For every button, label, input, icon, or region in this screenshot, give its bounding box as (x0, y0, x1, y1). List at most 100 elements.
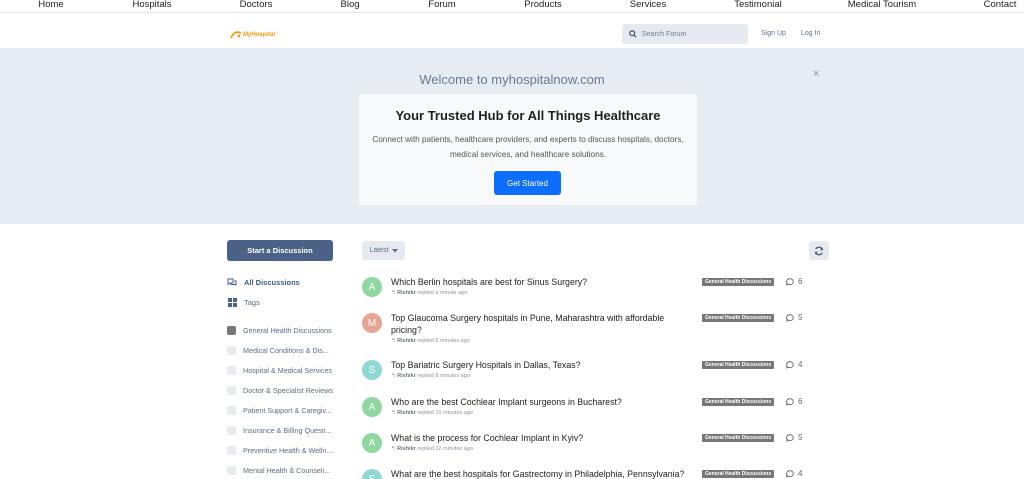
sidebar-tag-general-health[interactable]: General Health Discussions (227, 326, 332, 335)
reply-count: 4 (786, 469, 802, 478)
sidebar-tag-label: Insurance & Billing Questi... (243, 426, 332, 435)
sidebar-tag-label: Preventive Health & Welln... (243, 446, 333, 455)
sidebar-tag-mental-health[interactable]: Mental Health & Counseli... (227, 466, 330, 475)
discussion-meta: ↰ Rishikr replied a minute ago (391, 290, 467, 296)
tag-color-swatch (227, 426, 236, 435)
tag-color-swatch (227, 466, 236, 475)
comment-icon (786, 313, 794, 322)
discussion-tag[interactable]: General Health Discussions (702, 398, 775, 406)
discussion-tag[interactable]: General Health Discussions (702, 470, 775, 478)
hero-card: Your Trusted Hub for All Things Healthca… (359, 94, 697, 205)
discussion-title[interactable]: What are the best hospitals for Gastrect… (391, 469, 711, 479)
discussion-row[interactable]: A Who are the best Cochlear Implant surg… (362, 397, 830, 421)
discussion-user[interactable]: Rishikr (397, 373, 416, 379)
close-icon[interactable]: × (813, 68, 819, 80)
search-icon (629, 30, 637, 38)
discussions-icon (227, 277, 237, 287)
sort-dropdown[interactable]: Latest (362, 241, 405, 260)
avatar[interactable]: M (362, 313, 382, 333)
avatar[interactable]: A (362, 397, 382, 417)
reply-count: 4 (786, 360, 802, 369)
discussion-tag[interactable]: General Health Discussions (702, 361, 775, 369)
sidebar-tag-label: General Health Discussions (243, 326, 332, 335)
discussion-tag[interactable]: General Health Discussions (702, 314, 775, 322)
reply-icon: ↰ (391, 373, 396, 379)
start-discussion-button[interactable]: Start a Discussion (227, 240, 333, 261)
discussion-meta: ↰ Rishikr replied 8 minutes ago (391, 373, 470, 379)
reply-icon: ↰ (391, 446, 396, 452)
reply-count-value: 6 (798, 397, 803, 406)
discussion-meta: ↰ Rishikr replied 5 minutes ago (391, 338, 470, 344)
sidebar-tag-label: Mental Health & Counseli... (243, 466, 331, 475)
discussion-title[interactable]: What is the process for Cochlear Implant… (391, 433, 691, 445)
nav-medical-tourism[interactable]: Medical Tourism (848, 0, 916, 10)
reply-icon: ↰ (391, 338, 396, 344)
discussion-tag[interactable]: General Health Discussions (702, 434, 775, 442)
log-in-link[interactable]: Log In (801, 30, 820, 37)
logo-icon (230, 31, 242, 39)
avatar[interactable]: S (362, 469, 382, 479)
discussion-title[interactable]: Which Berlin hospitals are best for Sinu… (391, 277, 691, 289)
search-placeholder: Search Forum (642, 30, 687, 38)
sidebar-tag-label: Medical Conditions & Dis... (243, 346, 329, 355)
discussion-row[interactable]: S Top Bariatric Surgery Hospitals in Dal… (362, 360, 830, 384)
reply-count: 6 (786, 397, 802, 406)
sidebar-tag-preventive-health[interactable]: Preventive Health & Welln... (227, 446, 332, 455)
sidebar-tag-patient-support[interactable]: Patient Support & Caregiv... (227, 406, 332, 415)
nav-tags[interactable]: Tags (227, 297, 260, 307)
nav-home[interactable]: Home (38, 0, 63, 10)
discussion-user[interactable]: Rishikr (397, 290, 416, 296)
avatar[interactable]: A (362, 277, 382, 297)
caret-down-icon (391, 248, 398, 252)
tag-color-swatch (227, 366, 236, 375)
discussion-title[interactable]: Top Glaucoma Surgery hospitals in Pune, … (391, 313, 691, 336)
sidebar-tag-medical-conditions[interactable]: Medical Conditions & Dis... (227, 346, 329, 355)
discussion-title[interactable]: Who are the best Cochlear Implant surgeo… (391, 397, 691, 409)
discussion-time: replied 12 minutes ago (417, 446, 473, 452)
nav-all-discussions[interactable]: All Discussions (227, 277, 300, 287)
discussion-tag[interactable]: General Health Discussions (702, 278, 775, 286)
nav-blog[interactable]: Blog (340, 0, 359, 10)
nav-contact[interactable]: Contact (984, 0, 1017, 10)
sidebar-tag-hospital-services[interactable]: Hospital & Medical Services (227, 366, 332, 375)
nav-forum[interactable]: Forum (428, 0, 455, 10)
logo-text: MyHospital (243, 32, 276, 38)
top-nav: Home Hospitals Doctors Blog Forum Produc… (0, 0, 1024, 13)
discussion-row[interactable]: S What are the best hospitals for Gastre… (362, 469, 830, 479)
welcome-hero: Welcome to myhospitalnow.com × Your Trus… (0, 49, 1024, 224)
reply-count: 5 (786, 433, 802, 442)
tag-color-swatch (227, 346, 236, 355)
tags-label: Tags (244, 297, 260, 307)
reply-count-value: 5 (798, 313, 803, 322)
reply-count-value: 6 (798, 277, 803, 286)
discussion-row[interactable]: A What is the process for Cochlear Impla… (362, 433, 830, 457)
reply-count: 5 (786, 313, 802, 322)
avatar[interactable]: S (362, 360, 382, 380)
discussion-meta: ↰ Rishikr replied 12 minutes ago (391, 446, 473, 452)
avatar[interactable]: A (362, 433, 382, 453)
search-input[interactable]: Search Forum (622, 24, 748, 44)
discussion-time: replied 8 minutes ago (417, 373, 470, 379)
discussion-title[interactable]: Top Bariatric Surgery Hospitals in Dalla… (391, 360, 691, 372)
nav-hospitals[interactable]: Hospitals (132, 0, 171, 10)
discussion-row[interactable]: A Which Berlin hospitals are best for Si… (362, 277, 830, 301)
sign-up-link[interactable]: Sign Up (761, 30, 786, 37)
site-logo[interactable]: MyHospital (230, 29, 275, 41)
nav-doctors[interactable]: Doctors (240, 0, 273, 10)
discussion-user[interactable]: Rishikr (397, 338, 416, 344)
nav-services[interactable]: Services (630, 0, 666, 10)
discussion-row[interactable]: M Top Glaucoma Surgery hospitals in Pune… (362, 313, 830, 349)
nav-testimonial[interactable]: Testimonial (734, 0, 782, 10)
comment-icon (786, 433, 794, 442)
reply-icon: ↰ (391, 290, 396, 296)
discussion-user[interactable]: Rishikr (397, 446, 416, 452)
reply-icon: ↰ (391, 410, 396, 416)
tag-color-swatch (227, 406, 236, 415)
sidebar-tag-doctor-reviews[interactable]: Doctor & Specialist Reviews (227, 386, 333, 395)
reply-count-value: 5 (798, 433, 803, 442)
discussion-user[interactable]: Rishikr (397, 410, 416, 416)
sidebar-tag-insurance-billing[interactable]: Insurance & Billing Questi... (227, 426, 331, 435)
refresh-button[interactable] (809, 241, 829, 260)
nav-products[interactable]: Products (524, 0, 562, 10)
get-started-button[interactable]: Get Started (494, 171, 561, 195)
